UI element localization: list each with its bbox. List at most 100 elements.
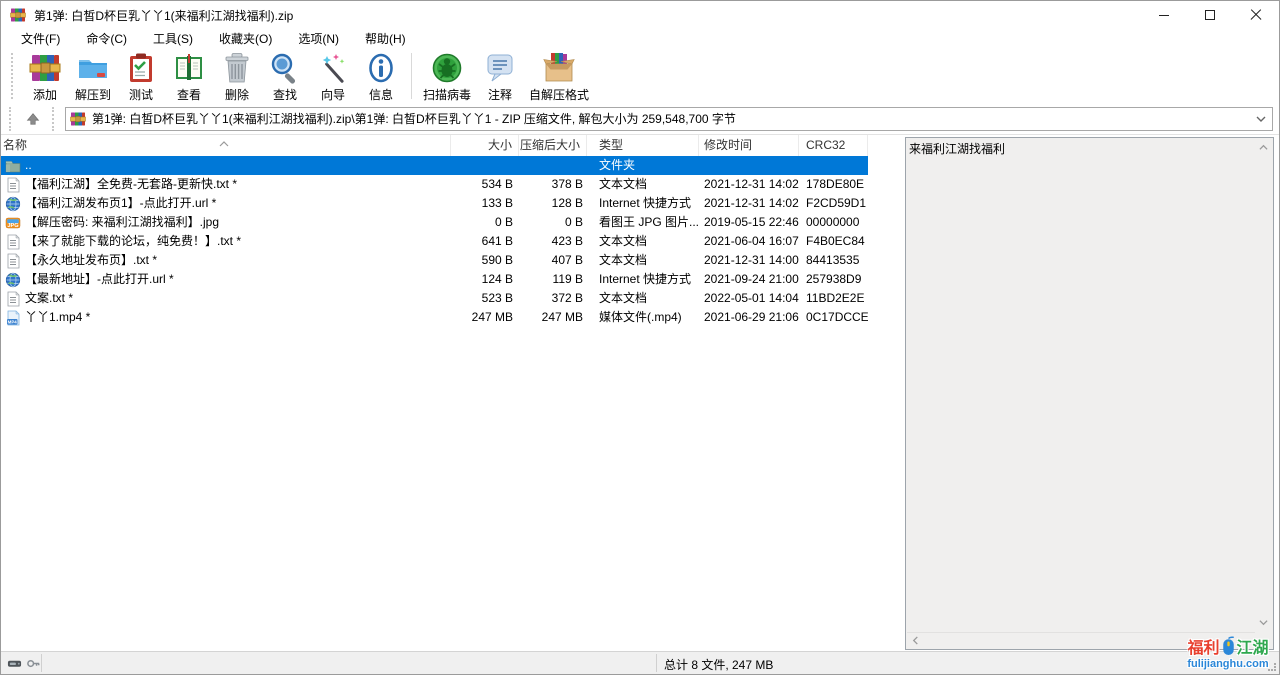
file-name-cell: 【来了就能下载的论坛，纯免费！】.txt * (1, 232, 451, 251)
file-modified-cell (699, 156, 799, 175)
file-name-cell: 【福利江湖发布页1】-点此打开.url * (1, 194, 451, 213)
file-packed-cell: 407 B (519, 251, 587, 270)
table-row[interactable]: 【永久地址发布页】.txt * 590 B 407 B 文本文档 2021-12… (1, 251, 868, 270)
minimize-button[interactable] (1141, 1, 1187, 29)
file-size-cell: 133 B (451, 194, 519, 213)
file-modified-cell: 2021-09-24 21:00 (699, 270, 799, 289)
view-file-icon (173, 52, 205, 84)
toolbar-button-label: 测试 (129, 86, 153, 103)
winrar-archive-icon (70, 111, 86, 127)
drive-icon (7, 656, 22, 671)
find-icon (269, 52, 301, 84)
title-bar: 第1弹: 白皙D杯巨乳丫丫1(来福利江湖找福利).zip (1, 1, 1279, 29)
scroll-down-icon[interactable] (1259, 618, 1268, 627)
column-header-3[interactable]: 类型 (587, 135, 699, 156)
menu-item-3[interactable]: 收藏夹(O) (209, 29, 282, 49)
toolbar-button-label: 查看 (177, 86, 201, 103)
column-header-5[interactable]: CRC32 (799, 135, 868, 156)
toolbar-button-1[interactable]: 解压到 (69, 51, 117, 101)
file-crc-cell: 257938D9 (799, 270, 868, 289)
menu-item-0[interactable]: 文件(F) (11, 29, 70, 49)
file-modified-cell: 2021-06-29 21:06 (699, 308, 799, 327)
toolbar-gripper[interactable] (11, 53, 15, 99)
address-gripper-2[interactable] (52, 107, 57, 131)
file-type-cell: 媒体文件(.mp4) (587, 308, 699, 327)
table-row[interactable]: 【来了就能下载的论坛，纯免费！】.txt * 641 B 423 B 文本文档 … (1, 232, 868, 251)
toolbar-button-9[interactable]: 注释 (476, 51, 524, 101)
toolbar-separator (411, 53, 412, 99)
toolbar-button-10[interactable]: 自解压格式 (524, 51, 594, 101)
winrar-window: 第1弹: 白皙D杯巨乳丫丫1(来福利江湖找福利).zip 文件(F) 命令(C) 工… (0, 0, 1280, 675)
menu-item-2[interactable]: 工具(S) (143, 29, 203, 49)
toolbar-button-5[interactable]: 查找 (261, 51, 309, 101)
table-row[interactable]: 【福利江湖发布页1】-点此打开.url * 133 B 128 B Intern… (1, 194, 868, 213)
comment-vertical-scrollbar[interactable] (1256, 139, 1272, 631)
file-packed-cell (519, 156, 587, 175)
column-header-1[interactable]: 大小 (451, 135, 519, 156)
wizard-icon (317, 52, 349, 84)
scan-virus-icon (431, 52, 463, 84)
table-row[interactable]: JPG【解压密码: 来福利江湖找福利】.jpg 0 B 0 B 看图王 JPG … (1, 213, 868, 232)
file-size-cell: 247 MB (451, 308, 519, 327)
file-type-cell: 看图王 JPG 图片... (587, 213, 699, 232)
text-file-icon (5, 177, 21, 193)
svg-text:MP4: MP4 (8, 319, 18, 324)
file-crc-cell: F4B0EC84 (799, 232, 868, 251)
folder-up-icon (5, 158, 21, 174)
logo-brand-left: 福利 (1187, 634, 1219, 658)
status-total-text: 总计 8 文件, 247 MB (664, 656, 773, 673)
maximize-icon (1205, 10, 1215, 20)
status-separator (41, 654, 42, 672)
toolbar-button-label: 信息 (369, 86, 393, 103)
file-packed-cell: 128 B (519, 194, 587, 213)
column-header-2[interactable]: 压缩后大小 (519, 135, 587, 156)
status-bar: 总计 8 文件, 247 MB (1, 651, 1279, 674)
toolbar-button-7[interactable]: 信息 (357, 51, 405, 101)
toolbar-button-6[interactable]: 向导 (309, 51, 357, 101)
menu-item-1[interactable]: 命令(C) (76, 29, 137, 49)
chevron-down-icon[interactable] (1252, 110, 1270, 128)
close-icon (1250, 9, 1262, 21)
mouse-icon (1221, 635, 1236, 657)
file-size-cell: 124 B (451, 270, 519, 289)
table-row[interactable]: .. 文件夹 (1, 156, 868, 175)
table-row[interactable]: 【最新地址】-点此打开.url * 124 B 119 B Internet 快… (1, 270, 868, 289)
file-type-cell: Internet 快捷方式 (587, 270, 699, 289)
toolbar-button-2[interactable]: 测试 (117, 51, 165, 101)
table-row[interactable]: 【福利江湖】全免费-无套路-更新快.txt * 534 B 378 B 文本文档… (1, 175, 868, 194)
toolbar: 添加解压到测试 查看 删除查找向导 信息 扫描病毒注释自解压格式 (1, 48, 1279, 103)
scroll-up-icon[interactable] (1259, 143, 1268, 152)
toolbar-button-3[interactable]: 查看 (165, 51, 213, 101)
table-row[interactable]: 文案.txt * 523 B 372 B 文本文档 2022-05-01 14:… (1, 289, 868, 308)
file-crc-cell: 00000000 (799, 213, 868, 232)
file-rows: .. 文件夹 【福利江湖】全免费-无套路-更新快.txt * 534 B 378… (1, 156, 903, 327)
url-globe-icon (5, 272, 21, 288)
toolbar-button-0[interactable]: 添加 (21, 51, 69, 101)
scroll-left-icon[interactable] (911, 636, 920, 645)
close-button[interactable] (1233, 1, 1279, 29)
table-row[interactable]: MP4丫丫1.mp4 * 247 MB 247 MB 媒体文件(.mp4) 20… (1, 308, 868, 327)
text-file-icon (5, 253, 21, 269)
toolbar-button-label: 删除 (225, 86, 249, 103)
toolbar-button-label: 向导 (321, 86, 345, 103)
file-modified-cell: 2021-06-04 16:07 (699, 232, 799, 251)
address-combobox[interactable]: 第1弹: 白皙D杯巨乳丫丫1(来福利江湖找福利).zip\第1弹: 白皙D杯巨乳… (65, 107, 1273, 131)
up-directory-button[interactable] (18, 107, 48, 131)
toolbar-button-8[interactable]: 扫描病毒 (418, 51, 476, 101)
up-arrow-icon (26, 112, 40, 126)
extract-to-icon (77, 52, 109, 84)
address-gripper[interactable] (9, 107, 14, 131)
window-title: 第1弹: 白皙D杯巨乳丫丫1(来福利江湖找福利).zip (34, 7, 293, 24)
file-modified-cell: 2022-05-01 14:04 (699, 289, 799, 308)
toolbar-button-4[interactable]: 删除 (213, 51, 261, 101)
file-packed-cell: 423 B (519, 232, 587, 251)
maximize-button[interactable] (1187, 1, 1233, 29)
address-path: 第1弹: 白皙D杯巨乳丫丫1(来福利江湖找福利).zip\第1弹: 白皙D杯巨乳… (92, 110, 736, 127)
menu-item-4[interactable]: 选项(N) (288, 29, 349, 49)
column-header-4[interactable]: 修改时间 (699, 135, 799, 156)
file-name-cell: JPG【解压密码: 来福利江湖找福利】.jpg (1, 213, 451, 232)
file-crc-cell: 11BD2E2E (799, 289, 868, 308)
toolbar-button-label: 添加 (33, 86, 57, 103)
archive-comment-panel[interactable]: 来福利江湖找福利 (905, 137, 1274, 650)
menu-item-5[interactable]: 帮助(H) (355, 29, 416, 49)
